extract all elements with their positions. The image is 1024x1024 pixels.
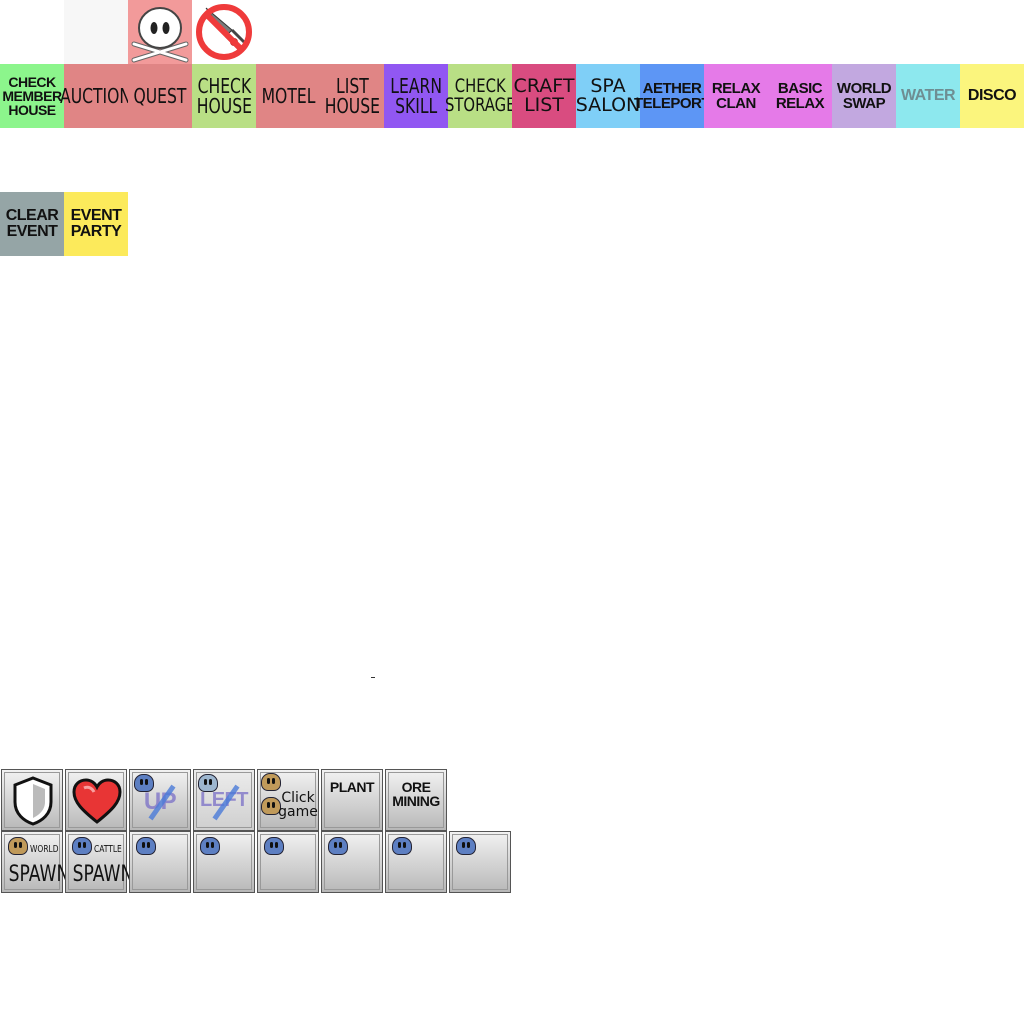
menu-tile-craft-list[interactable]: CRAFT LIST	[512, 64, 576, 128]
menu-tile-label: LIST HOUSE	[324, 74, 380, 118]
character-blob-icon	[328, 837, 348, 855]
menu-tile-motel[interactable]: MOTEL	[256, 64, 320, 128]
menu-tile-quest[interactable]: QUEST	[128, 64, 192, 128]
menu-tile-list-house[interactable]: LIST HOUSE	[320, 64, 384, 128]
ore-mining-label: ORE MINING	[392, 779, 440, 809]
menu-tile-label: RELAX CLAN	[711, 80, 761, 112]
up-button[interactable]: UP	[129, 769, 191, 831]
menu-tile-aether-teleport[interactable]: AETHER TELEPORT	[634, 64, 711, 128]
menu-tile-check-house[interactable]: CHECK HOUSE	[192, 64, 256, 128]
plant-label: PLANT	[329, 779, 375, 795]
spawn-type-label: WORLD	[30, 844, 59, 855]
cattle-spawn-button[interactable]: CATTLE SPAWN	[65, 831, 134, 893]
shield-button[interactable]	[1, 769, 63, 831]
shield-icon	[13, 776, 53, 826]
menu-tile-label: CHECK STORAGE	[444, 75, 516, 116]
heart-button[interactable]	[65, 769, 127, 831]
click-game-button[interactable]: Click game	[257, 769, 319, 831]
world-spawn-button[interactable]: WORLD SPAWN	[1, 831, 70, 893]
menu-tile-label: QUEST	[133, 84, 187, 108]
event-tile-label: EVENT PARTY	[70, 207, 122, 240]
click-game-label: Click game	[278, 790, 318, 820]
menu-tile-spa-salon[interactable]: SPA SALON	[576, 64, 640, 128]
heart-icon	[72, 778, 122, 824]
menu-tile-disco[interactable]: DISCO	[960, 64, 1024, 128]
menu-tile-world-swap[interactable]: WORLD SWAP	[832, 64, 896, 128]
menu-tile-water[interactable]: WATER	[896, 64, 960, 128]
dash-mark	[371, 677, 375, 678]
menu-tile-auction[interactable]: AUCTION	[60, 64, 132, 128]
blue-slot-button-1[interactable]	[129, 831, 191, 893]
character-blob-icon	[72, 837, 92, 855]
menu-tile-learn-skill[interactable]: LEARN SKILL	[384, 64, 448, 128]
menu-tile-check-member-house[interactable]: CHECK MEMBER HOUSE	[0, 64, 64, 128]
menu-tile-label: WORLD SWAP	[836, 80, 892, 112]
plant-button[interactable]: PLANT	[321, 769, 383, 831]
blue-slot-button-4[interactable]	[321, 831, 383, 893]
menu-tile-basic-relax[interactable]: BASIC RELAX	[768, 64, 832, 128]
blank-icon[interactable]	[64, 0, 128, 64]
event-tile-event-party[interactable]: EVENT PARTY	[64, 192, 128, 256]
menu-tile-label: MOTEL	[261, 84, 315, 108]
blue-slot-button-6[interactable]	[449, 831, 511, 893]
character-blob-icon	[264, 837, 284, 855]
blue-slot-button-3[interactable]	[257, 831, 319, 893]
event-tile-clear-event[interactable]: CLEAR EVENT	[0, 192, 64, 256]
menu-tile-label: BASIC RELAX	[775, 80, 825, 112]
blue-slot-button-2[interactable]	[193, 831, 255, 893]
spawn-label: SPAWN	[8, 862, 70, 887]
menu-tile-label: WATER	[900, 87, 956, 104]
menu-tile-label: LEARN SKILL	[390, 74, 442, 118]
character-blob-icon	[392, 837, 412, 855]
skull-icon[interactable]	[128, 0, 192, 64]
character-blob-icon	[261, 773, 281, 791]
ore-mining-button[interactable]: ORE MINING	[385, 769, 447, 831]
left-button[interactable]: LEFT	[193, 769, 255, 831]
spawn-label: SPAWN	[72, 862, 134, 887]
spawn-type-label: CATTLE	[94, 844, 122, 855]
menu-tile-label: DISCO	[967, 87, 1017, 104]
character-blob-icon	[8, 837, 28, 855]
menu-tile-label: SPA SALON	[575, 75, 641, 116]
menu-tile-relax-clan[interactable]: RELAX CLAN	[704, 64, 768, 128]
blue-slot-button-5[interactable]	[385, 831, 447, 893]
menu-tile-label: CRAFT LIST	[513, 75, 575, 116]
menu-tile-label: CHECK HOUSE	[196, 74, 252, 118]
event-tile-label: CLEAR EVENT	[5, 207, 59, 240]
menu-tile-label: CHECK MEMBER HOUSE	[2, 74, 62, 118]
character-blob-icon	[136, 837, 156, 855]
menu-tile-check-storage[interactable]: CHECK STORAGE	[445, 64, 515, 128]
menu-tile-label: AUCTION	[60, 84, 132, 108]
character-blob-icon	[456, 837, 476, 855]
character-blob-icon	[200, 837, 220, 855]
menu-tile-label: AETHER TELEPORT	[634, 80, 711, 112]
no-weapon-icon[interactable]	[192, 0, 256, 64]
